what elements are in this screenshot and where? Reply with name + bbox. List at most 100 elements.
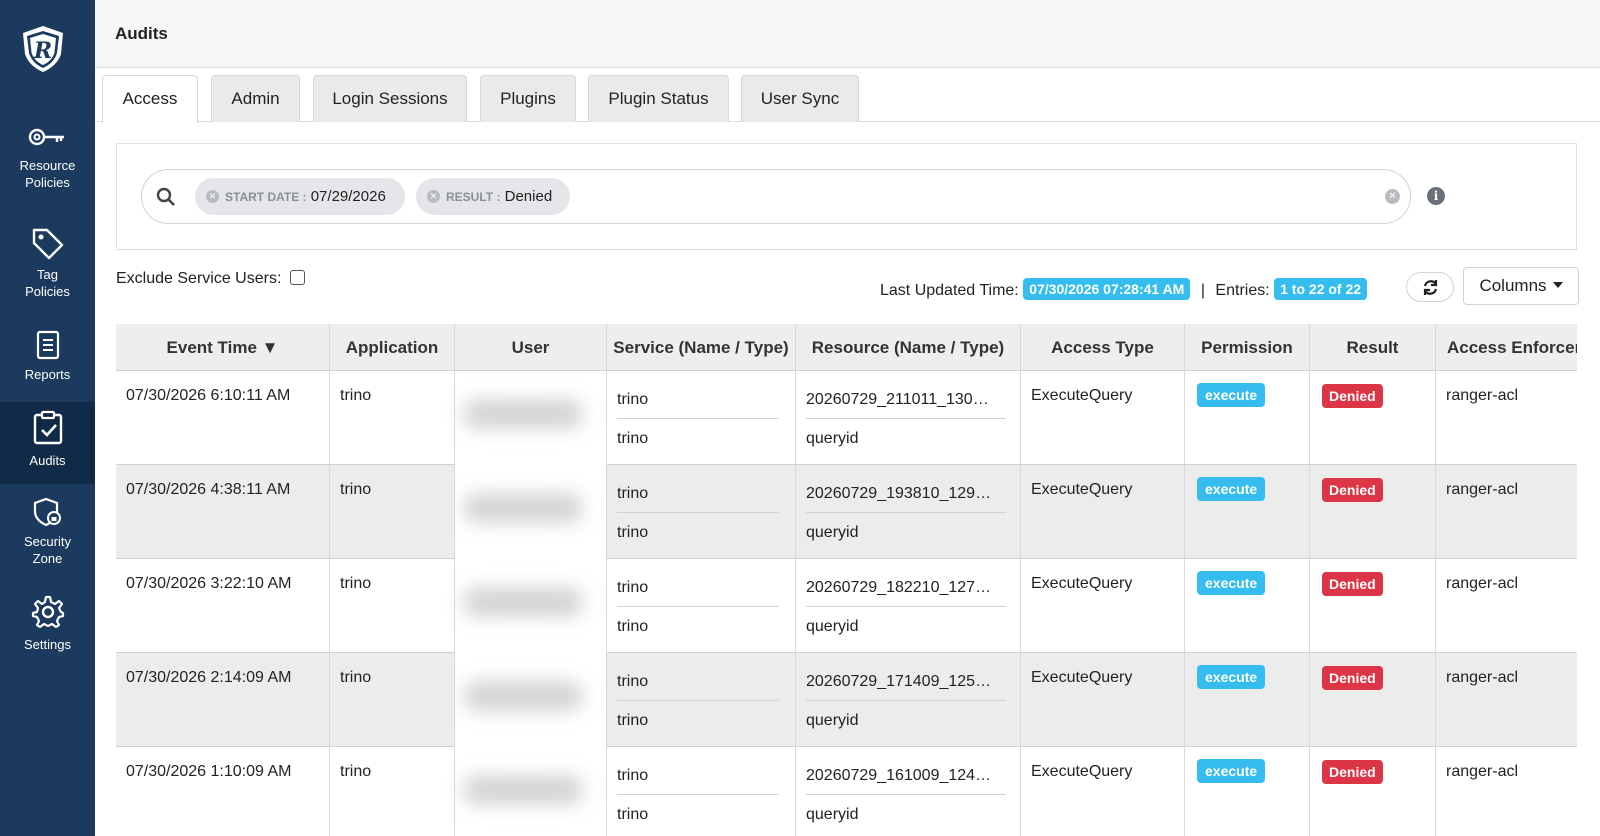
application: trino: [340, 669, 372, 686]
table-cell: [455, 747, 607, 836]
table-cell: execute: [1185, 747, 1310, 836]
column-header-event-time[interactable]: Event Time ▼: [116, 324, 330, 371]
permission-badge: execute: [1197, 477, 1266, 501]
security-zone-icon: [33, 497, 61, 527]
table-row[interactable]: 07/30/2026 4:38:11 AM trino trino trino 2026…: [116, 465, 1577, 559]
resource-name[interactable]: 20260729_193810_129…: [806, 485, 991, 503]
sidebar-item-settings[interactable]: Settings: [0, 594, 95, 653]
column-header-application: Application: [330, 324, 455, 371]
filter-chip-key: RESULT :: [446, 190, 501, 204]
resource-name[interactable]: 20260729_171409_125…: [806, 673, 991, 691]
column-header-access-enforcer: Access Enforcer: [1447, 338, 1577, 357]
service-type: trino: [617, 806, 649, 823]
column-header-result: Result: [1310, 324, 1436, 371]
remove-chip-icon[interactable]: ✕: [427, 190, 440, 203]
divider: [806, 512, 1006, 513]
table-cell: Denied: [1310, 371, 1436, 465]
table-cell: ExecuteQuery: [1021, 371, 1185, 465]
table-cell: 07/30/2026 2:14:09 AM: [116, 653, 330, 747]
table-cell: execute: [1185, 653, 1310, 747]
column-header-service: Service (Name / Type): [607, 324, 796, 371]
table-cell: 20260729_211011_130… queryid: [796, 371, 1021, 465]
tab-plugin-status[interactable]: Plugin Status: [588, 75, 729, 122]
info-icon[interactable]: i: [1427, 187, 1445, 205]
table-cell: [455, 465, 607, 559]
table-row[interactable]: 07/30/2026 1:10:09 AM trino trino trino 2026…: [116, 747, 1577, 836]
event-time: 07/30/2026 1:10:09 AM: [126, 763, 292, 780]
user-redacted: [463, 681, 583, 711]
entries-label: Entries:: [1215, 282, 1270, 299]
table-cell: 07/30/2026 1:10:09 AM: [116, 747, 330, 836]
sidebar-item-audits[interactable]: Audits: [0, 402, 95, 484]
table-cell: ranger-acl: [1436, 653, 1577, 747]
search-icon: [156, 187, 175, 206]
report-icon: [36, 330, 59, 360]
event-time: 07/30/2026 4:38:11 AM: [126, 481, 291, 498]
service-name: trino: [617, 391, 649, 408]
table-cell: trino: [330, 747, 455, 836]
user-redacted: [463, 775, 583, 805]
clear-search-icon[interactable]: ✕: [1385, 189, 1400, 204]
svg-text:R: R: [33, 38, 52, 64]
table-cell: trino trino: [607, 371, 796, 465]
result-badge: Denied: [1322, 478, 1383, 502]
table-cell: Denied: [1310, 653, 1436, 747]
last-updated-label: Last Updated Time:: [880, 282, 1019, 299]
table-cell: ExecuteQuery: [1021, 559, 1185, 653]
table-cell: execute: [1185, 559, 1310, 653]
divider: [617, 512, 779, 513]
divider: [617, 700, 779, 701]
filter-chip-start-date[interactable]: ✕ START DATE : 07/29/2026: [195, 178, 405, 215]
resource-name[interactable]: 20260729_182210_127…: [806, 579, 991, 597]
tab-plugins[interactable]: Plugins: [480, 75, 576, 122]
sidebar-item-label: Resource: [19, 158, 76, 173]
tab-login-sessions[interactable]: Login Sessions: [313, 75, 467, 122]
table-cell: [455, 653, 607, 747]
permission-badge: execute: [1197, 571, 1266, 595]
resource-name[interactable]: 20260729_211011_130…: [806, 391, 989, 409]
resource-type: queryid: [806, 618, 859, 635]
sidebar-item-label: Audits: [29, 453, 66, 468]
sidebar-item-security-zone[interactable]: Security Zone: [0, 497, 95, 567]
filter-chip-result[interactable]: ✕ RESULT : Denied: [416, 178, 570, 215]
entries-badge: 1 to 22 of 22: [1274, 278, 1368, 300]
table-row[interactable]: 07/30/2026 3:22:10 AM trino trino trino 2026…: [116, 559, 1577, 653]
sidebar-item-tag-policies[interactable]: Tag Policies: [0, 226, 95, 300]
service-type: trino: [617, 712, 649, 729]
filter-chip-value: Denied: [504, 188, 553, 205]
tab-access[interactable]: Access: [102, 75, 198, 123]
exclude-service-users-checkbox[interactable]: [289, 270, 305, 285]
sidebar-item-reports[interactable]: Reports: [0, 330, 95, 383]
table-cell: 20260729_182210_127…queryid: [796, 559, 1021, 653]
table-row[interactable]: 07/30/2026 6:10:11 AM trino trino trino 2026…: [116, 371, 1577, 465]
table-cell: [455, 371, 607, 465]
table-cell: trino trino: [607, 559, 796, 653]
service-type: trino: [617, 618, 649, 635]
table-cell: trino: [330, 653, 455, 747]
tab-user-sync[interactable]: User Sync: [741, 75, 859, 122]
sidebar-item-label: Reports: [24, 367, 71, 382]
resource-type: queryid: [806, 806, 859, 823]
application: trino: [340, 481, 372, 498]
table-cell: [455, 559, 607, 653]
exclude-service-users: Exclude Service Users:: [116, 270, 305, 288]
resource-name[interactable]: 20260729_161009_124…: [806, 767, 991, 785]
columns-dropdown[interactable]: Columns: [1463, 267, 1579, 305]
filter-chip-key: START DATE :: [225, 190, 307, 204]
remove-chip-icon[interactable]: ✕: [206, 190, 219, 203]
application: trino: [340, 575, 372, 592]
divider: [617, 418, 779, 419]
sidebar-item-resource-policies[interactable]: Resource Policies: [0, 123, 95, 191]
table-cell: trino trino: [607, 653, 796, 747]
table-cell: trino: [330, 371, 455, 465]
tag-icon: [32, 228, 63, 260]
table-cell: 07/30/2026 6:10:11 AM: [116, 371, 330, 465]
access-enforcer: ranger-acl: [1446, 387, 1519, 404]
tab-admin[interactable]: Admin: [211, 75, 300, 122]
gear-icon: [31, 595, 64, 629]
ranger-logo-icon[interactable]: R: [19, 24, 67, 74]
table-row[interactable]: 07/30/2026 2:14:09 AM trino trino trino 2026…: [116, 653, 1577, 747]
table-cell: 20260729_193810_129… queryid: [796, 465, 1021, 559]
refresh-button[interactable]: [1406, 272, 1454, 302]
table-cell: Denied: [1310, 747, 1436, 836]
